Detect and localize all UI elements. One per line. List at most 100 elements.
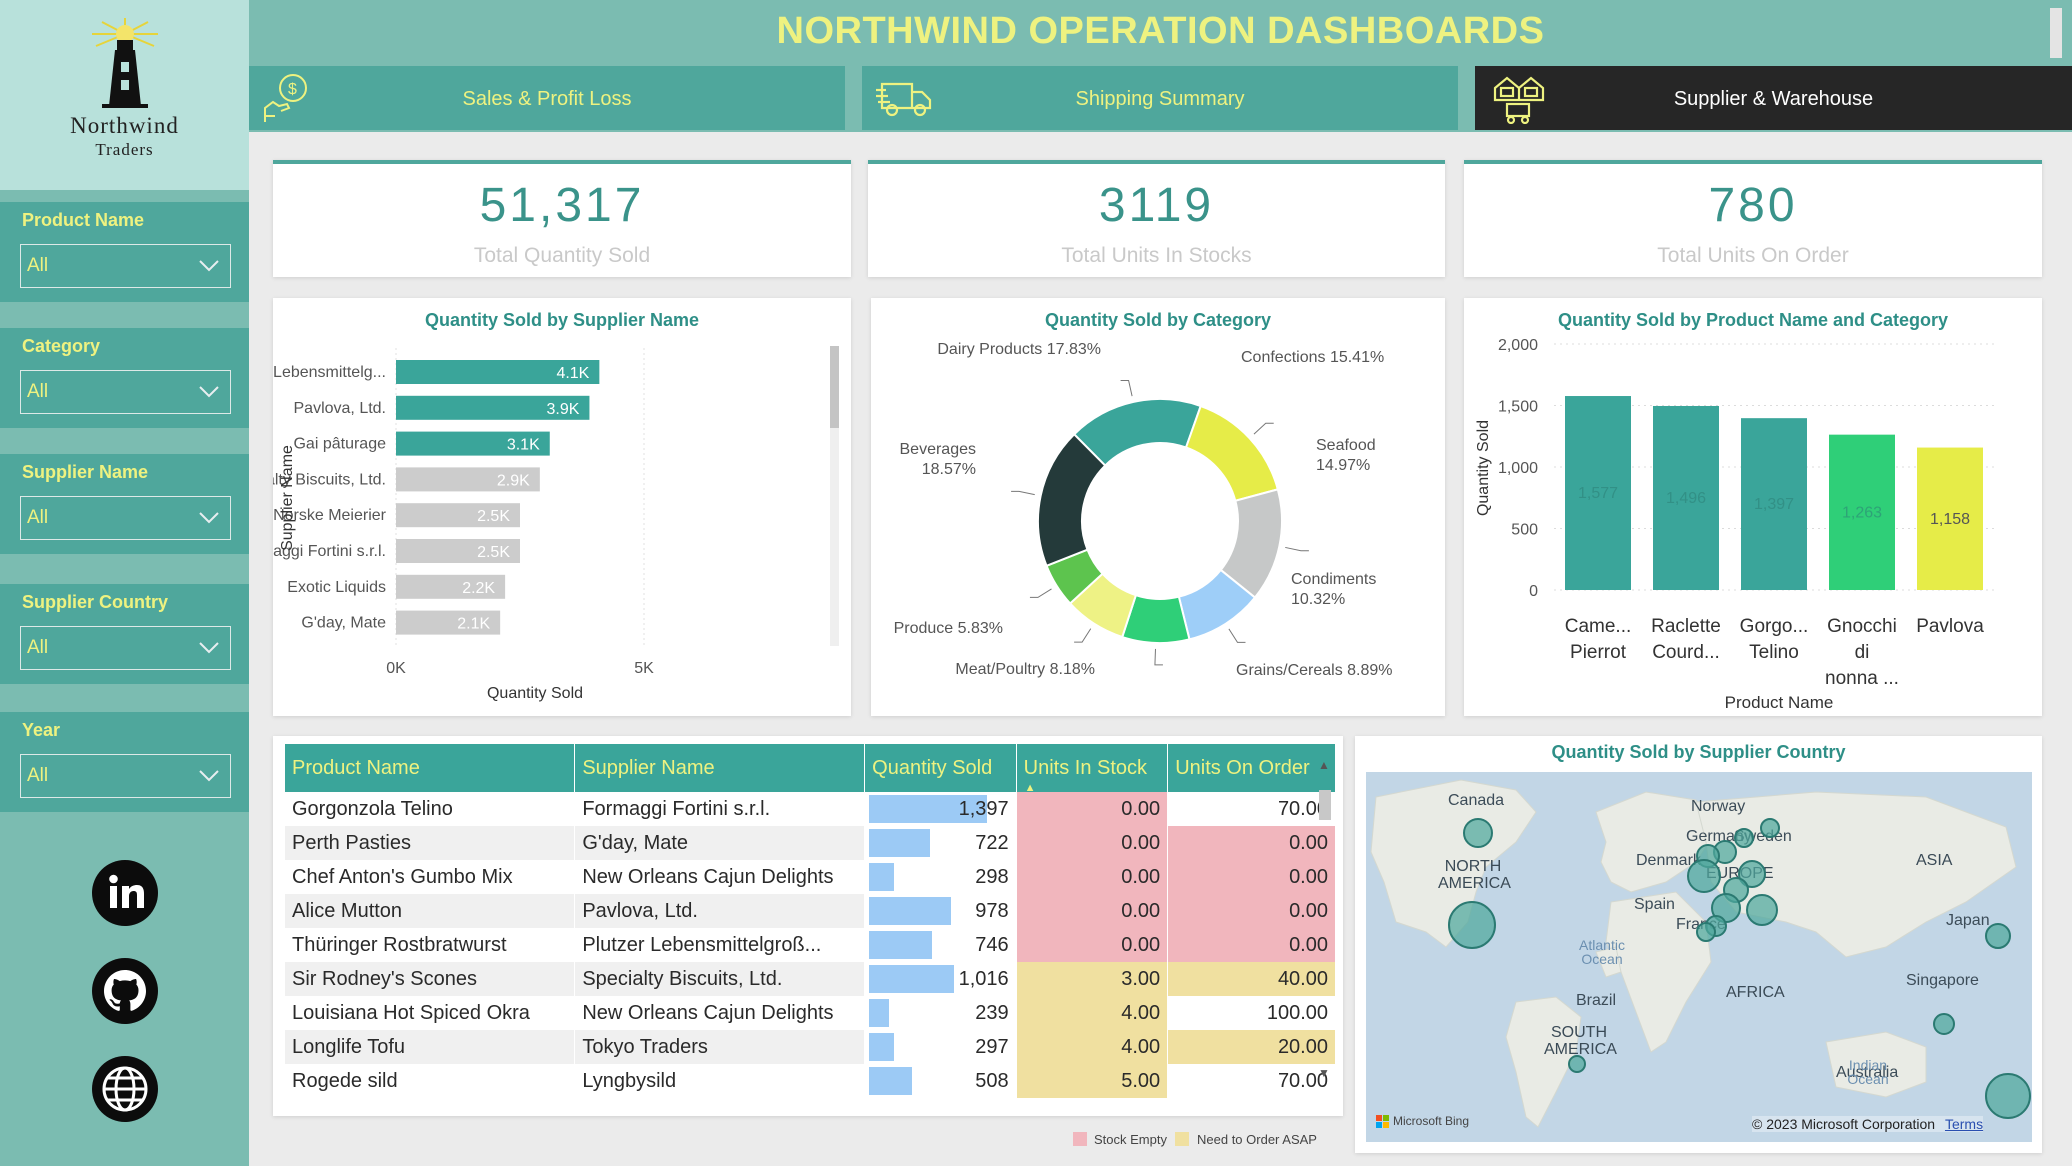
slice-label: Grains/Cereals 8.89% [1236, 662, 1393, 679]
y-tick-label: 0 [1529, 583, 1538, 600]
cell-quantity-sold: 722 [864, 826, 1017, 860]
cell-supplier-name: G'day, Mate [574, 826, 866, 860]
column-header[interactable]: Units In Stock ▲ [1016, 744, 1169, 792]
table-scroll-up-icon[interactable]: ▲ [1318, 758, 1330, 772]
brand-logo: Northwind Traders [0, 0, 249, 190]
column-header[interactable]: Product Name [285, 744, 576, 792]
slice-label: Seafood [1316, 437, 1376, 454]
cell-units-on-order: 70.00 [1167, 792, 1336, 826]
table-row[interactable]: Perth Pasties G'day, Mate 722 0.00 0.00 [285, 826, 1336, 860]
table-row[interactable]: Longlife Tofu Tokyo Traders 297 4.00 20.00 [285, 1030, 1336, 1064]
cell-units-in-stock: 0.00 [1016, 826, 1169, 860]
cell-units-in-stock: 4.00 [1016, 996, 1169, 1030]
slice-percent: 18.57% [922, 461, 976, 478]
legend-swatch-need-to-order [1175, 1132, 1189, 1146]
kpi-total-units-in-stock: 3119 Total Units In Stocks [868, 160, 1445, 277]
chevron-down-icon [199, 260, 219, 272]
slicer-year: Year All [0, 712, 249, 812]
x-tick-label: 5K [634, 660, 654, 677]
kpi-label: Total Quantity Sold [473, 244, 651, 267]
slice-label: Meat/Poultry 8.18% [955, 661, 1095, 678]
bar-data-label: 1,158 [1930, 511, 1970, 528]
cell-product-name: Gorgonzola Telino [285, 792, 576, 826]
table-row[interactable]: Thüringer Rostbratwurst Plutzer Lebensmit… [285, 928, 1336, 962]
x-tick-label: Courd... [1652, 642, 1720, 663]
table-row[interactable]: Alice Mutton Pavlova, Ltd. 978 0.00 0.00 [285, 894, 1336, 928]
y-axis-title: Supplier Name [279, 445, 296, 551]
slice-percent: 8.89% [1347, 662, 1392, 679]
bar-data-label: 2.2K [462, 580, 495, 597]
slice-percent: 14.97% [1316, 457, 1370, 474]
quantity-value: 508 [975, 1069, 1009, 1092]
table-scrollbar[interactable] [1319, 790, 1331, 820]
github-icon[interactable] [92, 958, 158, 1024]
slicer-dropdown[interactable]: All [20, 496, 231, 540]
tab-label: Sales & Profit Loss [462, 88, 632, 110]
table-row[interactable]: Sir Rodney's Scones Specialty Biscuits, L… [285, 962, 1336, 996]
cell-supplier-name: Specialty Biscuits, Ltd. [574, 962, 866, 996]
cell-units-on-order: 100.00 [1167, 996, 1336, 1030]
cell-units-on-order: 0.00 [1167, 894, 1336, 928]
chevron-down-icon [199, 386, 219, 398]
kpi-value: 780 [1708, 179, 1798, 232]
cell-units-in-stock: 4.00 [1016, 1030, 1169, 1064]
quantity-databar [869, 897, 952, 925]
cell-product-name: Sir Rodney's Scones [285, 962, 576, 996]
bar-data-label: 2.5K [477, 508, 510, 525]
kpi-label: Total Units In Stocks [1061, 244, 1252, 267]
table-row[interactable]: Gorgonzola Telino Formaggi Fortini s.r.l.… [285, 792, 1336, 826]
cell-quantity-sold: 508 [864, 1064, 1017, 1098]
slicer-dropdown[interactable]: All [20, 370, 231, 414]
donut-slice[interactable] [1037, 432, 1107, 568]
brand-subname: Traders [95, 140, 154, 159]
table-row[interactable]: Chef Anton's Gumbo Mix New Orleans Cajun … [285, 860, 1336, 894]
table-row[interactable]: Louisiana Hot Spiced Okra New Orleans Caj… [285, 996, 1336, 1030]
cell-units-on-order: 0.00 [1167, 826, 1336, 860]
cell-quantity-sold: 239 [864, 996, 1017, 1030]
slicer-label: Supplier Name [22, 462, 149, 482]
tab-shipping-summary[interactable]: Shipping Summary [862, 66, 1458, 130]
table-scroll-down-icon[interactable]: ▼ [1318, 1066, 1330, 1080]
slicer-value: All [27, 255, 49, 276]
quantity-value: 239 [975, 1001, 1009, 1024]
slicer-dropdown[interactable]: All [20, 754, 231, 798]
bar-data-label: 1,263 [1842, 504, 1882, 521]
quantity-databar [869, 829, 930, 857]
cell-quantity-sold: 298 [864, 860, 1017, 894]
tab-sales-profit-loss[interactable]: $ Sales & Profit Loss [249, 66, 845, 130]
table-row[interactable]: Rogede sild Lyngbysild 508 5.00 70.00 [285, 1064, 1336, 1098]
supplier-map[interactable] [1366, 772, 2032, 1142]
y-tick-label: 1,500 [1498, 399, 1538, 416]
cell-product-name: Rogede sild [285, 1064, 576, 1098]
y-tick-label: Gai pâturage [293, 436, 386, 453]
page-scrollbar[interactable] [2050, 8, 2062, 58]
globe-icon[interactable] [92, 1056, 158, 1122]
column-header[interactable]: Supplier Name [574, 744, 866, 792]
slicer-dropdown[interactable]: All [20, 626, 231, 670]
tab-supplier-warehouse[interactable]: Supplier & Warehouse [1475, 66, 2072, 130]
slice-label: Dairy Products 17.83% [937, 341, 1101, 358]
kpi-value: 3119 [1098, 179, 1215, 232]
tab-label: Supplier & Warehouse [1673, 88, 1874, 110]
column-header[interactable]: Units On Order [1167, 744, 1336, 792]
x-axis-title: Quantity Sold [487, 685, 583, 702]
slice-percent: 5.83% [958, 620, 1003, 637]
cell-supplier-name: New Orleans Cajun Delights [574, 996, 866, 1030]
linkedin-icon[interactable] [92, 860, 158, 926]
slicer-dropdown[interactable]: All [20, 244, 231, 288]
cell-quantity-sold: 978 [864, 894, 1017, 928]
slicer-label: Category [22, 336, 101, 356]
y-tick-label: 500 [1511, 522, 1538, 539]
cell-product-name: Chef Anton's Gumbo Mix [285, 860, 576, 894]
slicer-value: All [27, 381, 49, 402]
donut-slice[interactable] [1184, 404, 1280, 503]
lighthouse-icon [92, 18, 158, 108]
quantity-databar [869, 999, 890, 1027]
y-tick-label: Plutzer Lebensmittelg... [273, 364, 386, 381]
chevron-down-icon [199, 770, 219, 782]
column-header[interactable]: Quantity Sold [864, 744, 1017, 792]
y-tick-label: Pavlova, Ltd. [294, 400, 387, 417]
x-tick-label: Gorgo... [1740, 616, 1809, 637]
cell-units-on-order: 0.00 [1167, 860, 1336, 894]
cell-units-on-order: 40.00 [1167, 962, 1336, 996]
